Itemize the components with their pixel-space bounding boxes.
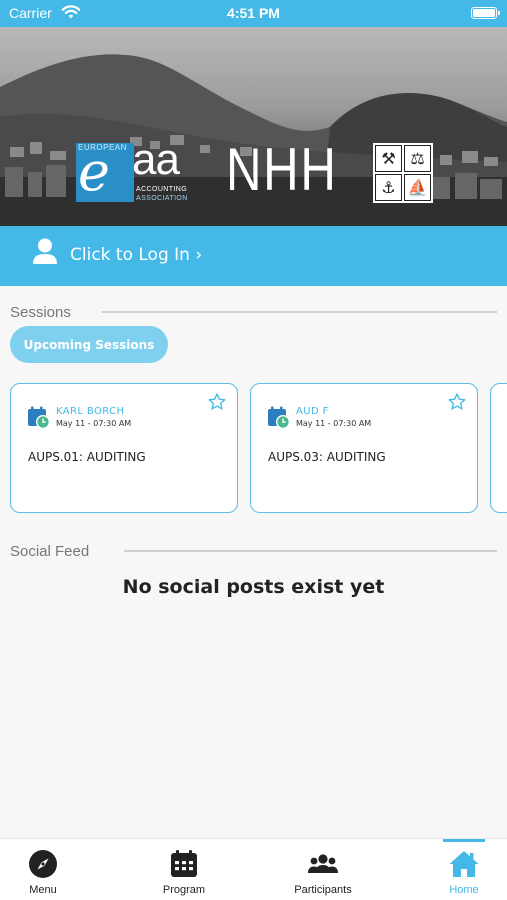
calendar-clock-icon bbox=[267, 406, 291, 434]
social-feed-divider bbox=[124, 550, 497, 552]
user-icon bbox=[32, 237, 58, 271]
tab-home-label: Home bbox=[449, 884, 479, 896]
scales-icon: ⚖ bbox=[404, 145, 431, 172]
compass-icon bbox=[0, 849, 88, 879]
session-card[interactable]: AUD F May 11 - 07:30 AM AUPS.03: AUDITIN… bbox=[250, 383, 478, 513]
session-title: AUPS.03: AUDITING bbox=[268, 450, 386, 464]
status-bar: Carrier 4:51 PM bbox=[0, 0, 507, 27]
eaa-e-letter: e bbox=[78, 140, 110, 203]
home-icon bbox=[419, 849, 507, 879]
people-icon bbox=[278, 849, 368, 879]
battery-icon bbox=[471, 7, 500, 19]
session-datetime: May 11 - 07:30 AM bbox=[296, 419, 372, 428]
tab-program-label: Program bbox=[162, 884, 206, 896]
session-card-partial[interactable] bbox=[490, 383, 507, 513]
session-speaker: AUD F bbox=[296, 406, 329, 417]
upcoming-sessions-button[interactable]: Upcoming Sessions bbox=[10, 326, 168, 363]
conference-banner: EUROPEAN e aa ACCOUNTING ASSOCIATION NHH… bbox=[0, 27, 507, 226]
sessions-divider bbox=[102, 311, 497, 313]
session-title: AUPS.01: AUDITING bbox=[28, 450, 146, 464]
calendar-clock-icon bbox=[27, 406, 51, 434]
bottom-tab-bar: Menu Program Participants Home bbox=[0, 838, 507, 900]
eaa-association-text: ASSOCIATION bbox=[136, 195, 188, 202]
clock: 4:51 PM bbox=[227, 5, 280, 21]
login-bar[interactable]: Click to Log In › bbox=[0, 226, 507, 286]
login-link[interactable]: Click to Log In › bbox=[70, 245, 202, 265]
nhh-crest-icon: ⚒ ⚖ ⚓ ⛵ bbox=[373, 143, 433, 203]
ship-icon: ⛵ bbox=[404, 174, 431, 201]
tab-participants-label: Participants bbox=[294, 884, 352, 896]
calendar-icon bbox=[139, 849, 229, 879]
tab-home[interactable]: Home bbox=[419, 839, 507, 900]
sessions-title: Sessions bbox=[10, 304, 71, 321]
social-feed-empty-message: No social posts exist yet bbox=[122, 576, 385, 598]
hammer-icon: ⚒ bbox=[375, 145, 402, 172]
tab-menu-label: Menu bbox=[29, 884, 57, 896]
eaa-accounting-text: ACCOUNTING bbox=[136, 186, 188, 193]
nhh-logo: NHH bbox=[226, 136, 338, 203]
eaa-aa-letters: aa bbox=[132, 135, 180, 184]
eaa-logo: EUROPEAN e aa ACCOUNTING ASSOCIATION bbox=[76, 118, 202, 204]
session-card[interactable]: KARL BORCH May 11 - 07:30 AM AUPS.01: AU… bbox=[10, 383, 238, 513]
social-feed-title: Social Feed bbox=[10, 543, 90, 560]
favorite-star-icon[interactable] bbox=[447, 392, 467, 416]
favorite-star-icon[interactable] bbox=[207, 392, 227, 416]
anchor-icon: ⚓ bbox=[375, 174, 402, 201]
session-datetime: May 11 - 07:30 AM bbox=[56, 419, 132, 428]
session-speaker: KARL BORCH bbox=[56, 406, 125, 417]
tab-program[interactable]: Program bbox=[139, 839, 229, 900]
tab-participants[interactable]: Participants bbox=[278, 839, 368, 900]
active-tab-indicator bbox=[443, 839, 485, 842]
tab-menu[interactable]: Menu bbox=[0, 839, 88, 900]
